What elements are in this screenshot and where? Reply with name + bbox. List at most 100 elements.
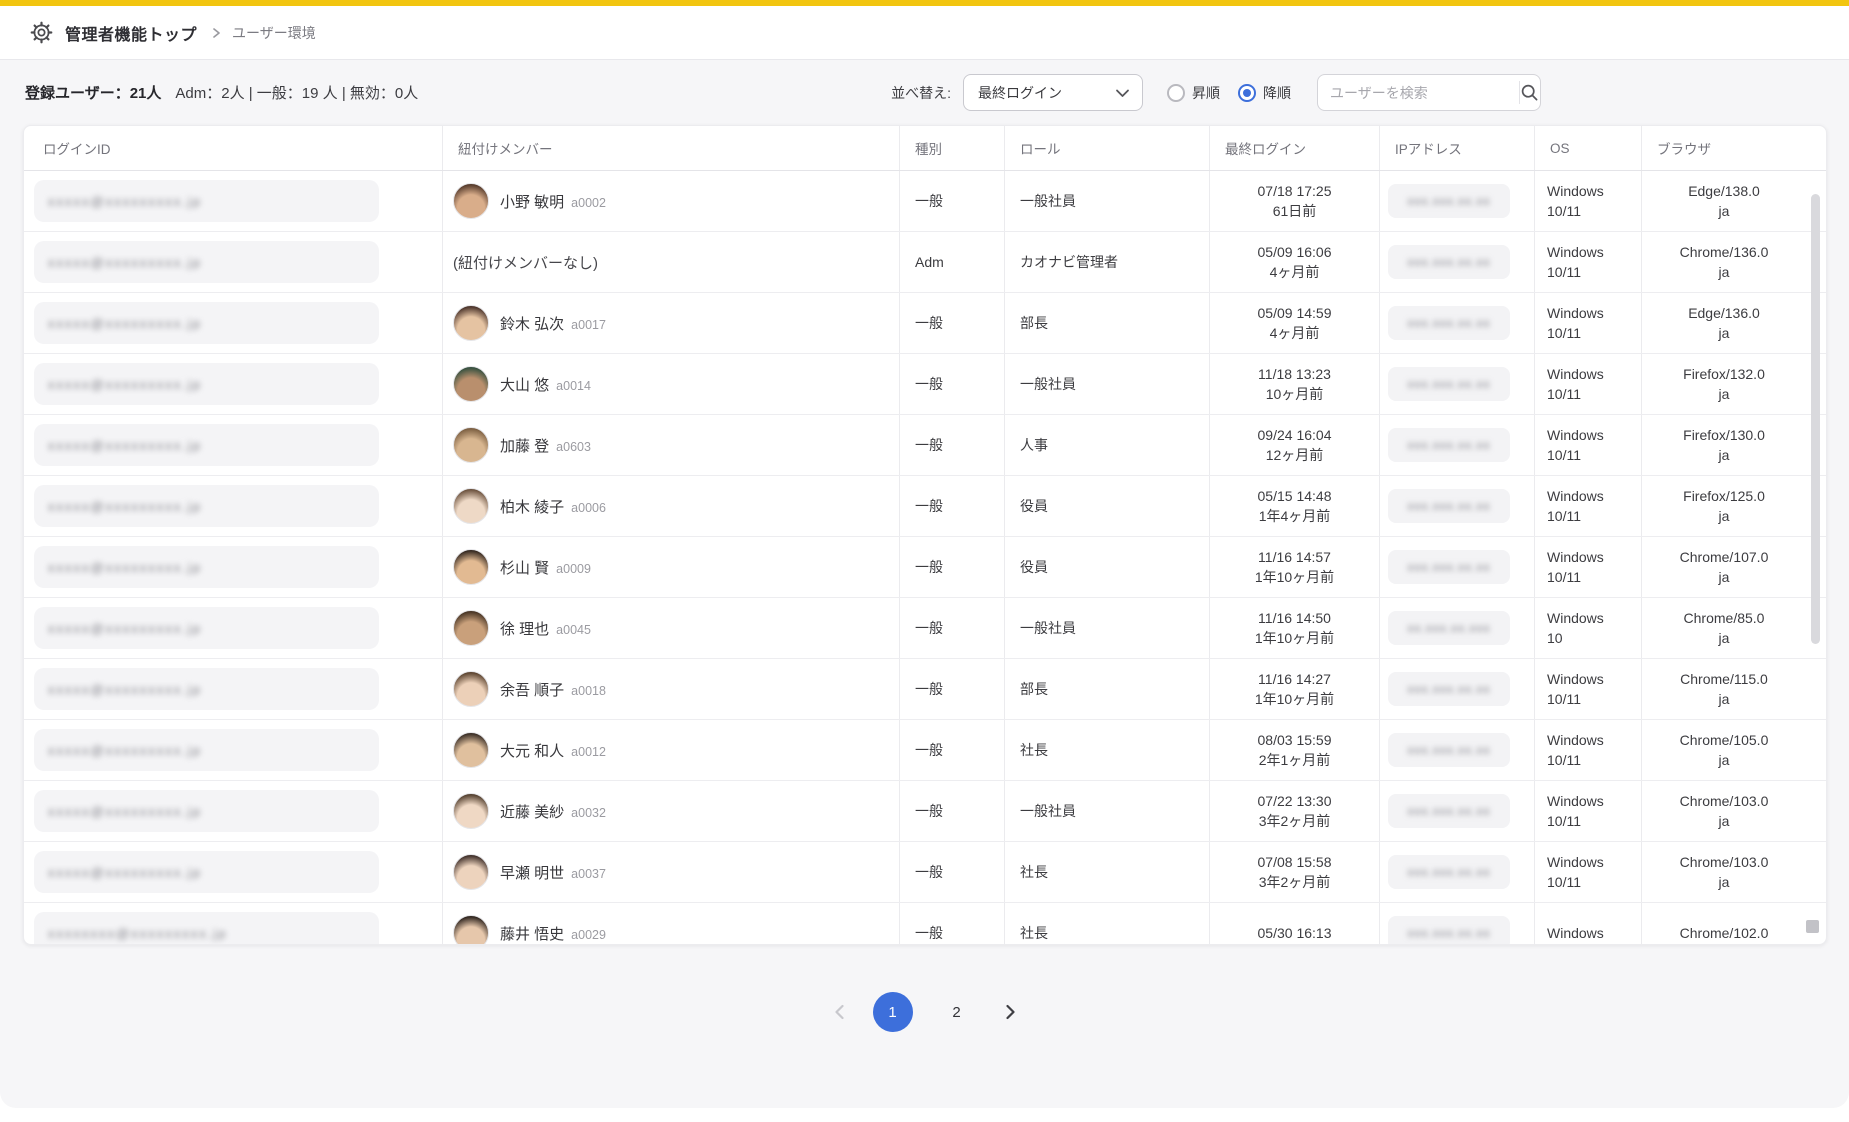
- member-name: 杉山 賢: [500, 557, 549, 578]
- avatar: [453, 549, 489, 585]
- last-login-cell: 11/16 14:27 1年10ヶ月前: [1209, 659, 1379, 719]
- search-icon[interactable]: [1520, 83, 1540, 102]
- sort-select[interactable]: 最終ログイン: [963, 74, 1143, 111]
- table-row[interactable]: xxxxx@xxxxxxxxx.jp 杉山 賢 a0009 一般 役員 11/1…: [24, 537, 1826, 598]
- table-row[interactable]: xxxxx@xxxxxxxxx.jp 近藤 美紗 a0032 一般 一般社員 0…: [24, 781, 1826, 842]
- login-id-redacted-region: xxxxx@xxxxxxxxx.jp: [34, 729, 379, 771]
- role-cell: カオナビ管理者: [1004, 232, 1209, 292]
- gear-icon: [30, 21, 53, 44]
- member-name: (紐付けメンバーなし): [453, 252, 598, 273]
- sort-order-asc-radio[interactable]: 昇順: [1167, 83, 1220, 103]
- browser-lang: ja: [1719, 445, 1730, 465]
- login-id-redacted-region: xxxxx@xxxxxxxxx.jp: [34, 607, 379, 649]
- ip-cell: xxx.xxx.xx.xx: [1379, 537, 1534, 597]
- os-line1: Windows: [1547, 923, 1604, 943]
- radio-icon-desc-checked: [1238, 84, 1256, 102]
- login-id-redacted-region: xxxxx@xxxxxxxxx.jp: [34, 424, 379, 466]
- ip-cell: xxx.xxx.xx.xx: [1379, 232, 1534, 292]
- table-row[interactable]: xxxxx@xxxxxxxxx.jp 加藤 登 a0603 一般 人事 09/2…: [24, 415, 1826, 476]
- breadcrumb-root-link[interactable]: 管理者機能トップ: [65, 21, 197, 45]
- col-header-os: OS: [1534, 126, 1641, 170]
- type-cell: 一般: [899, 354, 1004, 414]
- avatar: [453, 427, 489, 463]
- table-row[interactable]: xxxxxxxx@xxxxxxxxx.jp 藤井 悟史 a0029 一般 社長 …: [24, 903, 1826, 945]
- asc-label: 昇順: [1192, 83, 1220, 103]
- login-id-cell: xxxxx@xxxxxxxxx.jp: [24, 659, 442, 719]
- type-cell: 一般: [899, 537, 1004, 597]
- os-line1: Windows: [1547, 364, 1604, 384]
- table-row[interactable]: xxxxx@xxxxxxxxx.jp 大山 悠 a0014 一般 一般社員 11…: [24, 354, 1826, 415]
- browser-cell: Firefox/130.0 ja: [1641, 415, 1806, 475]
- last-login-cell: 05/30 16:13: [1209, 903, 1379, 945]
- member-cell: (紐付けメンバーなし): [442, 232, 899, 292]
- avatar: [453, 671, 489, 707]
- last-login-datetime: 05/30 16:13: [1258, 923, 1332, 943]
- ip-redacted-region: xxx.xxx.xx.xx: [1388, 489, 1510, 523]
- type-cell: 一般: [899, 781, 1004, 841]
- table-row[interactable]: xxxxx@xxxxxxxxx.jp 徐 理也 a0045 一般 一般社員 11…: [24, 598, 1826, 659]
- os-cell: Windows 10/11: [1534, 415, 1641, 475]
- table-row[interactable]: xxxxx@xxxxxxxxx.jp 小野 敏明 a0002 一般 一般社員 0…: [24, 171, 1826, 232]
- avatar: [453, 732, 489, 768]
- col-header-type: 種別: [899, 126, 1004, 170]
- pagination-page-2[interactable]: 2: [937, 992, 977, 1032]
- member-cell: 近藤 美紗 a0032: [442, 781, 899, 841]
- avatar: [453, 488, 489, 524]
- ip-redacted-region: xxx.xxx.xx.xx: [1388, 184, 1510, 218]
- last-login-cell: 07/22 13:30 3年2ヶ月前: [1209, 781, 1379, 841]
- ip-cell: xxx.xxx.xx.xx: [1379, 720, 1534, 780]
- table-row[interactable]: xxxxx@xxxxxxxxx.jp 余吾 順子 a0018 一般 部長 11/…: [24, 659, 1826, 720]
- browser-cell: Edge/136.0 ja: [1641, 293, 1806, 353]
- last-login-datetime: 07/18 17:25: [1258, 181, 1332, 201]
- browser-lang: ja: [1719, 872, 1730, 892]
- last-login-datetime: 11/18 13:23: [1258, 364, 1331, 384]
- pagination-next-icon[interactable]: [1001, 1002, 1019, 1022]
- col-header-role: ロール: [1004, 126, 1209, 170]
- table-row[interactable]: xxxxx@xxxxxxxxx.jp 鈴木 弘次 a0017 一般 部長 05/…: [24, 293, 1826, 354]
- vertical-scrollbar-thumb[interactable]: [1811, 194, 1820, 644]
- last-login-cell: 07/08 15:58 3年2ヶ月前: [1209, 842, 1379, 902]
- type-cell: 一般: [899, 171, 1004, 231]
- table-row[interactable]: xxxxx@xxxxxxxxx.jp 大元 和人 a0012 一般 社長 08/…: [24, 720, 1826, 781]
- last-login-cell: 05/15 14:48 1年4ヶ月前: [1209, 476, 1379, 536]
- browser-version: Chrome/107.0: [1680, 547, 1769, 567]
- browser-cell: Chrome/105.0 ja: [1641, 720, 1806, 780]
- browser-lang: ja: [1719, 262, 1730, 282]
- last-login-cell: 11/16 14:50 1年10ヶ月前: [1209, 598, 1379, 658]
- table-row[interactable]: xxxxx@xxxxxxxxx.jp 早瀬 明世 a0037 一般 社長 07/…: [24, 842, 1826, 903]
- last-login-datetime: 07/22 13:30: [1258, 791, 1332, 811]
- table-row[interactable]: xxxxx@xxxxxxxxx.jp 柏木 綾子 a0006 一般 役員 05/…: [24, 476, 1826, 537]
- sort-order-desc-radio[interactable]: 降順: [1238, 83, 1291, 103]
- browser-cell: Chrome/103.0 ja: [1641, 781, 1806, 841]
- sort-selected-value: 最終ログイン: [978, 83, 1115, 103]
- os-line1: Windows: [1547, 242, 1604, 262]
- last-login-ago: 1年10ヶ月前: [1255, 567, 1334, 587]
- os-cell: Windows 10/11: [1534, 232, 1641, 292]
- ip-redacted: xxx.xxx.xx.xx: [1407, 743, 1490, 757]
- table-row[interactable]: xxxxx@xxxxxxxxx.jp (紐付けメンバーなし) Adm カオナビ管…: [24, 232, 1826, 293]
- member-cell: 柏木 綾子 a0006: [442, 476, 899, 536]
- ip-redacted: xxx.xxx.xx.xx: [1407, 255, 1490, 269]
- member-cell: 杉山 賢 a0009: [442, 537, 899, 597]
- role-cell: 一般社員: [1004, 171, 1209, 231]
- login-id-cell: xxxxx@xxxxxxxxx.jp: [24, 720, 442, 780]
- browser-version: Firefox/130.0: [1683, 425, 1765, 445]
- member-cell: 小野 敏明 a0002: [442, 171, 899, 231]
- login-id-redacted: xxxxx@xxxxxxxxx.jp: [48, 804, 202, 819]
- login-id-redacted: xxxxx@xxxxxxxxx.jp: [48, 255, 202, 270]
- avatar: [453, 305, 489, 341]
- pagination-prev-icon[interactable]: [831, 1002, 849, 1022]
- browser-lang: ja: [1719, 811, 1730, 831]
- search-input[interactable]: [1318, 85, 1519, 101]
- os-line1: Windows: [1547, 608, 1604, 628]
- os-line2: 10/11: [1547, 384, 1581, 404]
- login-id-redacted: xxxxxxxx@xxxxxxxxx.jp: [48, 926, 227, 941]
- col-header-ip: IPアドレス: [1379, 126, 1534, 170]
- pagination-page-1[interactable]: 1: [873, 992, 913, 1032]
- browser-cell: Firefox/132.0 ja: [1641, 354, 1806, 414]
- member-name: 余吾 順子: [500, 679, 564, 700]
- member-cell: 加藤 登 a0603: [442, 415, 899, 475]
- ip-redacted-region: xx.xxx.xx.xxx: [1388, 611, 1510, 645]
- type-cell: 一般: [899, 720, 1004, 780]
- os-cell: Windows 10/11: [1534, 842, 1641, 902]
